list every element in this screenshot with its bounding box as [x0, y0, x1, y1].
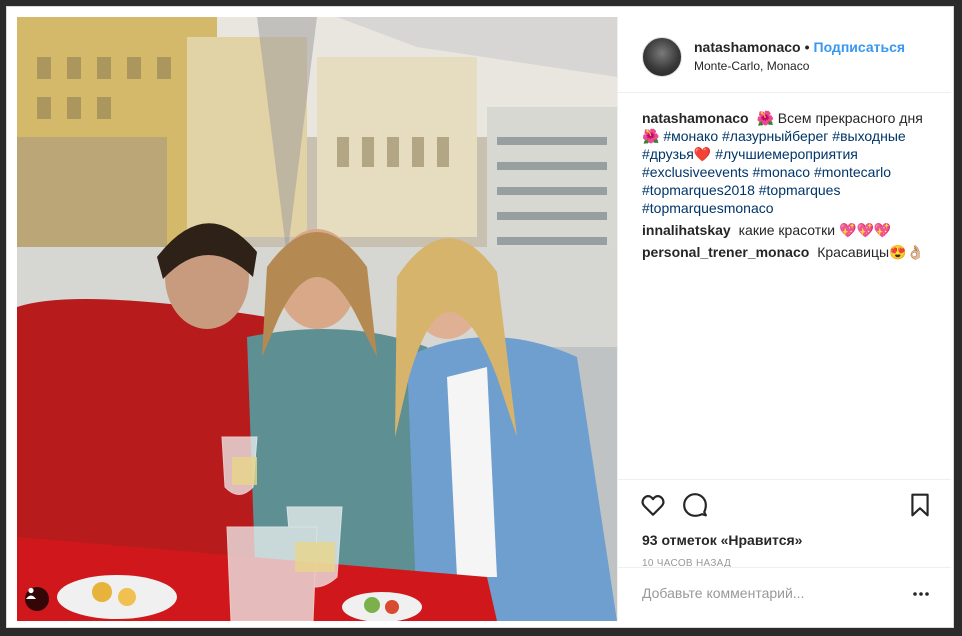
- header-username[interactable]: natashamonaco: [694, 39, 801, 55]
- header-line: natashamonaco • Подписаться: [694, 39, 905, 55]
- more-icon[interactable]: [911, 584, 931, 604]
- comment-item: personal_trener_monaco Красавицы😍👌🏼: [642, 243, 932, 261]
- post-photo[interactable]: [17, 17, 617, 621]
- user-silhouette-icon: [26, 587, 36, 599]
- follow-button[interactable]: Подписаться: [814, 39, 906, 55]
- heart-icon[interactable]: [640, 492, 666, 518]
- comments-list: natashamonaco 🌺 Всем прекрасного дня 🌺 #…: [642, 109, 932, 265]
- post-sidebar: natashamonaco • Подписаться Monte-Carlo, M…: [617, 17, 951, 621]
- post-actions: 93 отметок «Нравится» 10 ЧАСОВ НАЗАД: [618, 479, 951, 621]
- comment-input[interactable]: [642, 585, 892, 601]
- bookmark-icon[interactable]: [907, 492, 933, 518]
- post-header: natashamonaco • Подписаться Monte-Carlo, M…: [618, 17, 951, 93]
- likes-count[interactable]: 93 отметок «Нравится»: [642, 532, 802, 548]
- caption-username[interactable]: natashamonaco: [642, 110, 749, 126]
- caption-emoji: ❤️: [693, 146, 712, 162]
- comment-icon[interactable]: [682, 492, 708, 518]
- comment-item: innalihatskay какие красотки 💖💖💖: [642, 221, 932, 239]
- comment-username[interactable]: personal_trener_monaco: [642, 244, 809, 260]
- avatar[interactable]: [642, 37, 682, 77]
- location-link[interactable]: Monte-Carlo, Monaco: [694, 59, 809, 73]
- comment-username[interactable]: innalihatskay: [642, 222, 731, 238]
- add-comment-bar: [618, 567, 951, 621]
- comment-text: Красавицы😍👌🏼: [817, 244, 924, 260]
- header-separator: •: [804, 39, 810, 55]
- comment-text: какие красотки 💖💖💖: [738, 222, 892, 238]
- caption: natashamonaco 🌺 Всем прекрасного дня 🌺 #…: [642, 109, 932, 217]
- photo-scene: [17, 17, 617, 621]
- user-tag-icon[interactable]: [25, 587, 49, 611]
- post-window: natashamonaco • Подписаться Monte-Carlo, M…: [6, 6, 954, 628]
